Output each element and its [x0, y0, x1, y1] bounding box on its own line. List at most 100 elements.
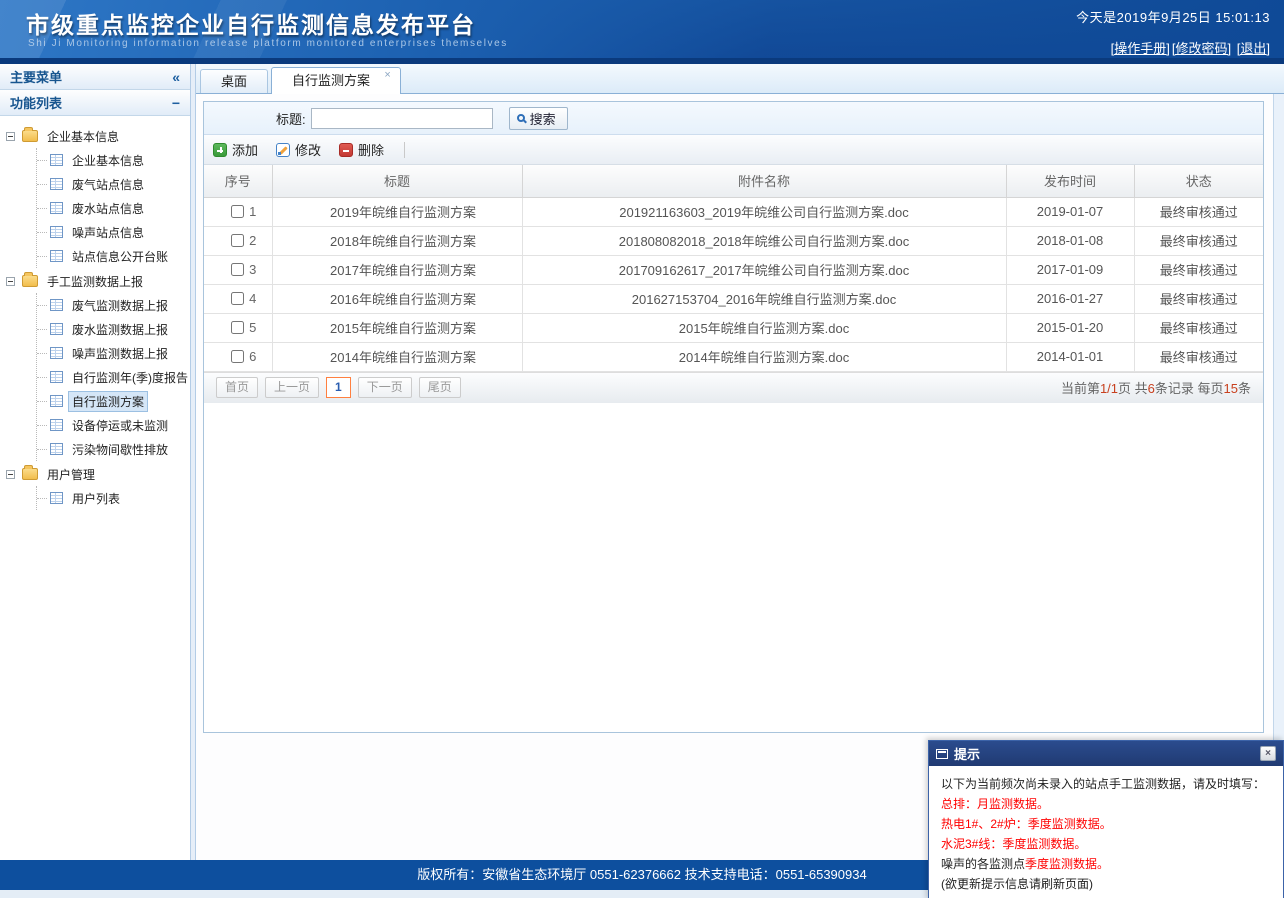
records-table: 序号 标题 附件名称 发布时间 状态 1 2019年皖维自行监测方案 20192… — [204, 165, 1263, 372]
status-badge: 最终审核通过 — [1134, 226, 1263, 255]
tab-desktop[interactable]: 桌面 — [200, 69, 268, 93]
popup-close-icon[interactable]: × — [1260, 746, 1276, 761]
row-checkbox[interactable] — [231, 292, 244, 305]
popup-line-warning: 热电1#、2#炉：季度监测数据。 — [941, 814, 1271, 834]
delete-icon — [339, 143, 353, 157]
title-search-label: 标题: — [276, 109, 306, 128]
tab-bar: 桌面 自行监测方案 × — [196, 64, 1284, 94]
add-button[interactable]: 添加 — [213, 140, 258, 159]
tree-folder-label: 企业基本信息 — [43, 126, 123, 147]
function-list-header[interactable]: 功能列表 − — [0, 90, 190, 116]
first-page-button[interactable]: 首页 — [216, 377, 258, 398]
column-header-attachment: 附件名称 — [522, 165, 1006, 197]
grid-icon — [50, 395, 63, 407]
column-header-publish-date: 发布时间 — [1006, 165, 1134, 197]
tree-expander-icon[interactable] — [6, 277, 15, 286]
sidebar-item-gas-monitor-upload[interactable]: 废气监测数据上报 — [37, 293, 190, 317]
status-badge: 最终审核通过 — [1134, 284, 1263, 313]
grid-icon — [50, 492, 63, 504]
grid-icon — [50, 250, 63, 262]
main-menu-title: 主要菜单 — [10, 67, 62, 86]
sidebar-item-intermittent-discharge[interactable]: 污染物间歇性排放 — [37, 437, 190, 461]
close-tab-icon[interactable]: × — [382, 70, 393, 81]
sidebar: 主要菜单 « 功能列表 − 企业基本信息 企业基本信息 — [0, 64, 190, 860]
grid-icon — [50, 347, 63, 359]
grid-icon — [50, 443, 63, 455]
sidebar-item-waste-gas-station[interactable]: 废气站点信息 — [37, 172, 190, 196]
grid-icon — [50, 299, 63, 311]
table-row[interactable]: 5 2015年皖维自行监测方案 2015年皖维自行监测方案.doc 2015-0… — [204, 313, 1263, 342]
last-page-button[interactable]: 尾页 — [419, 377, 461, 398]
popup-title: 提示 — [954, 744, 980, 763]
tree-folder-enterprise-info[interactable]: 企业基本信息 — [6, 124, 190, 148]
popup-line-mixed: 噪声的各监测点季度监测数据。 — [941, 854, 1271, 874]
sidebar-item-noise-monitor-upload[interactable]: 噪声监测数据上报 — [37, 341, 190, 365]
current-page-button[interactable]: 1 — [326, 377, 351, 398]
add-icon — [213, 143, 227, 157]
empty-content-area — [204, 403, 1263, 733]
popup-title-bar[interactable]: 提示 × — [929, 741, 1283, 766]
table-row[interactable]: 6 2014年皖维自行监测方案 2014年皖维自行监测方案.doc 2014-0… — [204, 342, 1263, 371]
grid-icon — [50, 419, 63, 431]
tree-folder-label: 手工监测数据上报 — [43, 271, 147, 292]
title-search-input[interactable] — [311, 108, 493, 129]
sidebar-item-device-shutdown[interactable]: 设备停运或未监测 — [37, 413, 190, 437]
function-tree: 企业基本信息 企业基本信息 废气站点信息 废水站点信息 — [0, 116, 190, 860]
row-checkbox[interactable] — [231, 205, 244, 218]
sidebar-item-self-monitor-plan[interactable]: 自行监测方案 — [37, 389, 190, 413]
search-bar: 标题: 搜索 — [204, 102, 1263, 135]
change-password-link[interactable]: [修改密码] — [1172, 41, 1231, 56]
edit-button[interactable]: 修改 — [276, 140, 321, 159]
content-panel: 标题: 搜索 添加 修改 — [203, 101, 1264, 733]
tree-folder-user-management[interactable]: 用户管理 — [6, 462, 190, 486]
table-row[interactable]: 2 2018年皖维自行监测方案 201808082018_2018年皖维公司自行… — [204, 226, 1263, 255]
row-checkbox[interactable] — [231, 234, 244, 247]
tree-folder-label: 用户管理 — [43, 464, 99, 485]
edit-pencil-icon — [276, 143, 290, 157]
status-badge: 最终审核通过 — [1134, 255, 1263, 284]
tree-expander-icon[interactable] — [6, 470, 15, 479]
grid-icon — [50, 154, 63, 166]
prev-page-button[interactable]: 上一页 — [265, 377, 319, 398]
grid-icon — [50, 323, 63, 335]
grid-icon — [50, 202, 63, 214]
sidebar-item-user-list[interactable]: 用户列表 — [37, 486, 190, 510]
manual-link[interactable]: [操作手册] — [1111, 41, 1170, 56]
grid-icon — [50, 371, 63, 383]
function-list-title: 功能列表 — [10, 93, 62, 112]
search-icon — [517, 114, 525, 122]
pagination-bar: 首页 上一页 1 下一页 尾页 当前第1/1页 共6条记录 每页15条 — [204, 372, 1263, 403]
table-row[interactable]: 1 2019年皖维自行监测方案 201921163603_2019年皖维公司自行… — [204, 197, 1263, 226]
current-datetime: 今天是2019年9月25日 15:01:13 — [1076, 7, 1270, 26]
page-subtitle: Shi Ji Monitoring information release pl… — [28, 38, 508, 49]
app-header: 市级重点监控企业自行监测信息发布平台 Shi Ji Monitoring inf… — [0, 0, 1284, 58]
row-checkbox[interactable] — [231, 263, 244, 276]
table-row[interactable]: 4 2016年皖维自行监测方案 201627153704_2016年皖维自行监测… — [204, 284, 1263, 313]
search-button[interactable]: 搜索 — [509, 107, 568, 130]
popup-line: 以下为当前频次尚未录入的站点手工监测数据，请及时填写： — [941, 774, 1271, 794]
sidebar-item-waste-water-station[interactable]: 废水站点信息 — [37, 196, 190, 220]
status-badge: 最终审核通过 — [1134, 342, 1263, 371]
sidebar-item-water-monitor-upload[interactable]: 废水监测数据上报 — [37, 317, 190, 341]
row-checkbox[interactable] — [231, 321, 244, 334]
table-header-row: 序号 标题 附件名称 发布时间 状态 — [204, 165, 1263, 197]
table-row[interactable]: 3 2017年皖维自行监测方案 201709162617_2017年皖维公司自行… — [204, 255, 1263, 284]
grid-icon — [50, 178, 63, 190]
sidebar-item-station-ledger[interactable]: 站点信息公开台账 — [37, 244, 190, 268]
tree-folder-manual-data-upload[interactable]: 手工监测数据上报 — [6, 269, 190, 293]
tab-self-monitor-plan[interactable]: 自行监测方案 × — [271, 67, 401, 94]
collapse-sidebar-icon[interactable]: « — [172, 69, 180, 85]
sidebar-item-noise-station[interactable]: 噪声站点信息 — [37, 220, 190, 244]
logout-link[interactable]: [退出] — [1237, 41, 1270, 56]
tree-expander-icon[interactable] — [6, 132, 15, 141]
status-badge: 最终审核通过 — [1134, 197, 1263, 226]
column-header-index: 序号 — [204, 165, 272, 197]
reminder-popup: 提示 × 以下为当前频次尚未录入的站点手工监测数据，请及时填写： 总排：月监测数… — [928, 740, 1284, 898]
sidebar-item-enterprise-basic-info[interactable]: 企业基本信息 — [37, 148, 190, 172]
delete-button[interactable]: 删除 — [339, 140, 384, 159]
minimize-panel-icon[interactable]: − — [172, 95, 180, 111]
next-page-button[interactable]: 下一页 — [358, 377, 412, 398]
row-checkbox[interactable] — [231, 350, 244, 363]
main-menu-header[interactable]: 主要菜单 « — [0, 64, 190, 90]
sidebar-item-annual-report[interactable]: 自行监测年(季)度报告 — [37, 365, 190, 389]
